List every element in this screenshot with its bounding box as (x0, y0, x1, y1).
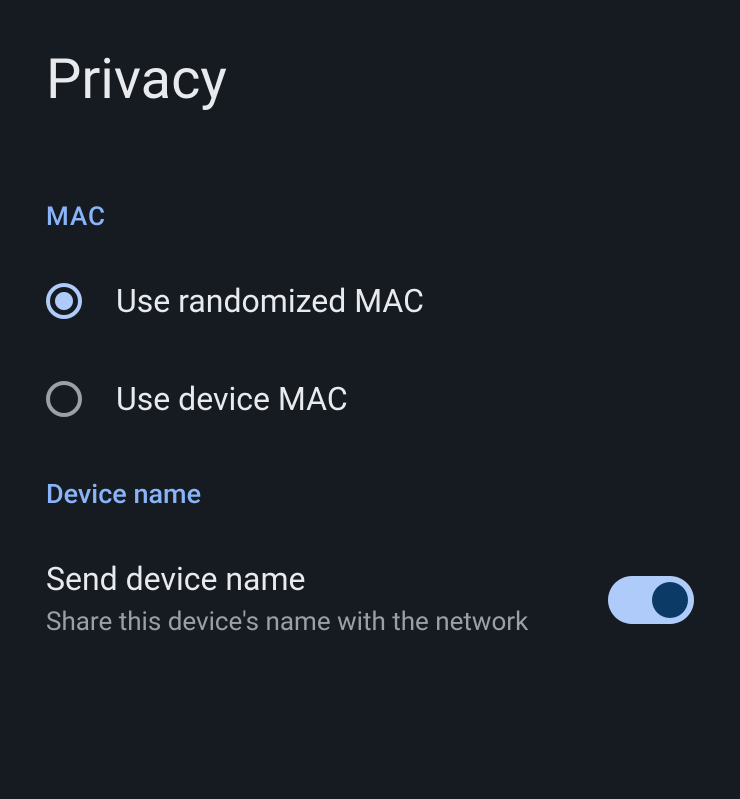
device-name-section: Device name Send device name Share this … (46, 478, 694, 640)
radio-option-randomized-mac[interactable]: Use randomized MAC (46, 282, 694, 320)
radio-selected-dot-icon (55, 292, 73, 310)
radio-label: Use device MAC (116, 380, 348, 418)
toggle-subtitle: Share this device's name with the networ… (46, 604, 578, 640)
page-title: Privacy (46, 46, 694, 112)
device-name-section-header: Device name (46, 478, 694, 510)
toggle-thumb-icon (652, 582, 688, 618)
toggle-text-container: Send device name Share this device's nam… (46, 560, 608, 640)
toggle-title: Send device name (46, 560, 578, 598)
radio-option-device-mac[interactable]: Use device MAC (46, 380, 694, 418)
radio-button-icon (46, 381, 82, 417)
radio-label: Use randomized MAC (116, 282, 424, 320)
mac-section: MAC Use randomized MAC Use device MAC (46, 202, 694, 418)
send-device-name-toggle[interactable] (608, 576, 694, 624)
radio-button-icon (46, 283, 82, 319)
mac-section-header: MAC (46, 202, 694, 232)
send-device-name-row[interactable]: Send device name Share this device's nam… (46, 560, 694, 640)
